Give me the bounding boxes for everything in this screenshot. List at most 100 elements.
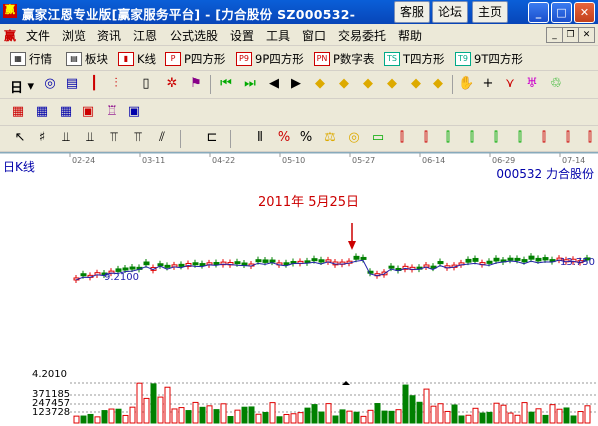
volume-bar: [325, 403, 332, 424]
kline-button[interactable]: ▮ K线: [118, 51, 156, 67]
bracket-icon[interactable]: ⊏: [204, 130, 220, 146]
zoom-out-icon[interactable]: ◆: [312, 76, 328, 92]
percent-icon[interactable]: %: [298, 130, 314, 146]
volume-bar: [458, 415, 465, 424]
kline-chart-icon[interactable]: ⫶: [108, 76, 124, 92]
menu-tools[interactable]: 工具: [266, 27, 290, 44]
candle: [472, 257, 479, 262]
candle-icon[interactable]: ┃: [86, 76, 102, 92]
volume-bar: [528, 411, 535, 424]
home-button[interactable]: 主页: [472, 1, 508, 23]
tool-e-icon[interactable]: ⫽: [154, 130, 170, 146]
tool-c-icon[interactable]: ⫪: [106, 130, 122, 146]
volume-bar: [556, 408, 563, 424]
mark-b-icon[interactable]: ⫿: [418, 130, 434, 146]
volume-bar: [374, 403, 381, 424]
calendar-icon[interactable]: ▦: [10, 104, 26, 120]
mark-f-icon[interactable]: ⫿: [512, 130, 528, 146]
calculator-icon[interactable]: ▦: [34, 104, 50, 120]
menu-help[interactable]: 帮助: [398, 27, 422, 44]
sector-button[interactable]: ▤ 板块: [66, 51, 108, 67]
gann-icon[interactable]: ✲: [164, 76, 180, 92]
volume-bar: [73, 415, 80, 424]
title-bar: 赢 赢家江恩专业版[赢家服务平台] - [力合股份 SZ000532- 客服 论…: [0, 0, 598, 24]
mark-h-icon[interactable]: ⫿: [560, 130, 576, 146]
forum-button[interactable]: 论坛: [432, 1, 468, 23]
right-arrow-icon[interactable]: ▶: [288, 76, 304, 92]
pattern-icon[interactable]: ♅: [524, 76, 540, 92]
indicator-icon[interactable]: ◎: [42, 76, 58, 92]
fit-icon[interactable]: ◆: [408, 76, 424, 92]
menu-window[interactable]: 窗口: [302, 27, 326, 44]
volume-bar: [346, 410, 353, 424]
fan-icon[interactable]: ⫴: [252, 130, 268, 146]
flag-icon[interactable]: ⚑: [188, 76, 204, 92]
volume-bar: [185, 410, 192, 424]
gold-icon[interactable]: ◎: [346, 130, 362, 146]
menu-trade[interactable]: 交易委托: [338, 27, 386, 44]
ratio-icon[interactable]: ⚖: [322, 130, 338, 146]
menu-logo-icon[interactable]: 赢: [4, 27, 16, 44]
p-square-button[interactable]: P P四方形: [165, 51, 225, 67]
mdi-restore-button[interactable]: ❐: [562, 27, 579, 43]
kline-chart-panel[interactable]: 日K线 000532 力合股份 2011年 5月25日 02-24 03-11 04…: [0, 152, 598, 426]
line-draw-icon[interactable]: ⋎: [502, 76, 518, 92]
close-button[interactable]: ✕: [574, 2, 595, 23]
date-tick-label: 05-27: [352, 156, 375, 165]
mark-g-icon[interactable]: ⫿: [536, 130, 552, 146]
menu-news[interactable]: 资讯: [97, 27, 121, 44]
bar-icon[interactable]: ▯: [138, 76, 154, 92]
tool-d-icon[interactable]: ⫪: [130, 130, 146, 146]
volume-bar: [136, 382, 143, 424]
network-icon[interactable]: ♖: [104, 104, 120, 120]
quotes-button[interactable]: ▦ 行情: [10, 51, 52, 67]
9t-square-button[interactable]: T9 9T四方形: [455, 51, 523, 67]
menu-file[interactable]: 文件: [26, 27, 50, 44]
date-axis: 02-24 03-11 04-22 05-10 05-27 06-14 06-29 07-14: [69, 153, 585, 165]
crosshair-icon[interactable]: +: [480, 76, 496, 92]
menu-formula[interactable]: 公式选股: [170, 27, 218, 44]
tool-a-icon[interactable]: ⫫: [58, 130, 74, 146]
volume-bar: [395, 409, 402, 424]
service-button[interactable]: 客服: [394, 1, 430, 23]
box-icon[interactable]: ▭: [370, 130, 386, 146]
refresh-icon[interactable]: ♲: [548, 76, 564, 92]
9p-square-button[interactable]: P9 9P四方形: [236, 51, 304, 67]
period-select[interactable]: 日 ▾: [10, 77, 34, 96]
minimize-button[interactable]: _: [528, 2, 549, 23]
hash-icon[interactable]: ♯: [34, 130, 50, 146]
mdi-minimize-button[interactable]: _: [546, 27, 563, 43]
mark-e-icon[interactable]: ⫿: [488, 130, 504, 146]
menu-settings[interactable]: 设置: [230, 27, 254, 44]
reset-icon[interactable]: ◆: [430, 76, 446, 92]
candle: [143, 261, 150, 266]
menu-gann[interactable]: 江恩: [133, 27, 157, 44]
mdi-close-button[interactable]: ✕: [578, 27, 595, 43]
maximize-button[interactable]: □: [551, 2, 572, 23]
save-icon[interactable]: ▣: [80, 104, 96, 120]
volume-bar: [311, 404, 318, 424]
shrink-icon[interactable]: ◆: [360, 76, 376, 92]
first-icon[interactable]: ⏮: [218, 76, 234, 92]
menu-browse[interactable]: 浏览: [62, 27, 86, 44]
mark-c-icon[interactable]: ⫿: [440, 130, 456, 146]
print-icon[interactable]: ▣: [126, 104, 142, 120]
pointer-icon[interactable]: ↖: [12, 130, 28, 146]
candle: [521, 259, 528, 263]
last-icon[interactable]: ⏭: [242, 76, 258, 92]
mark-a-icon[interactable]: ⫿: [394, 130, 410, 146]
expand-icon[interactable]: ◆: [384, 76, 400, 92]
percent-a-icon[interactable]: %: [276, 130, 292, 146]
left-arrow-icon[interactable]: ◀: [266, 76, 282, 92]
volume-bar: [409, 395, 416, 424]
t-square-button[interactable]: TS T四方形: [384, 51, 445, 67]
grid-icon[interactable]: ▦: [58, 104, 74, 120]
zoom-in-icon[interactable]: ◆: [336, 76, 352, 92]
tool-b-icon[interactable]: ⫫: [82, 130, 98, 146]
hand-icon[interactable]: ✋: [458, 76, 474, 92]
volume-bar: [353, 411, 360, 424]
mark-d-icon[interactable]: ⫿: [464, 130, 480, 146]
p-number-table-button[interactable]: PN P数字表: [314, 51, 374, 67]
mark-i-icon[interactable]: ⫿: [582, 130, 598, 146]
document-icon[interactable]: ▤: [64, 76, 80, 92]
